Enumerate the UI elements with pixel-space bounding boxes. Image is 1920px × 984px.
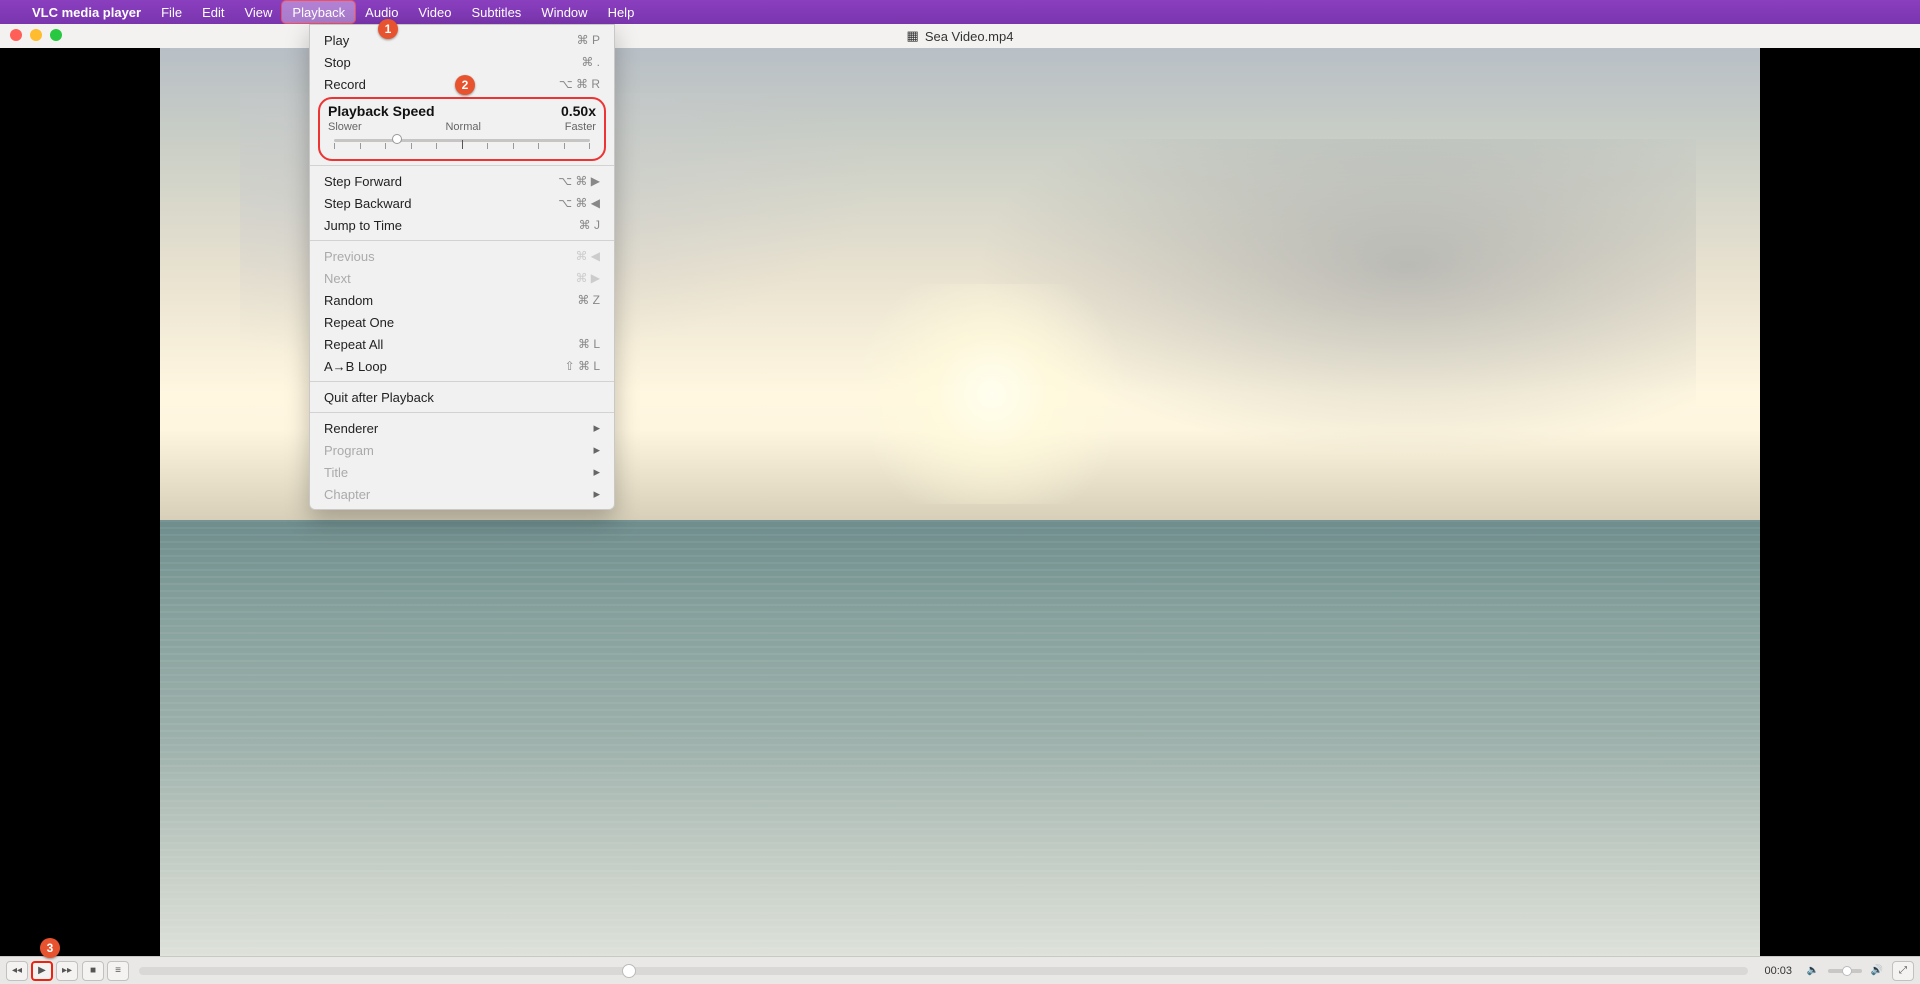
- play-button[interactable]: ▶: [31, 961, 53, 981]
- playback-speed-label: Playback Speed: [328, 103, 435, 119]
- menu-item-label: Next: [324, 271, 351, 286]
- menu-item-shortcut: ⌥ ⌘ ▶: [558, 174, 600, 188]
- app-name[interactable]: VLC media player: [22, 5, 151, 20]
- volume-high-icon[interactable]: 🔊: [1866, 961, 1888, 981]
- submenu-arrow-icon: ▸: [593, 486, 600, 502]
- speed-faster-label: Faster: [565, 121, 596, 133]
- transport-group: ◂◂ ▶ ▸▸: [6, 961, 78, 981]
- menu-item-label: Chapter: [324, 487, 370, 502]
- menu-window[interactable]: Window: [531, 1, 597, 23]
- menu-view[interactable]: View: [234, 1, 282, 23]
- speed-slower-label: Slower: [328, 121, 362, 133]
- menu-separator: [310, 240, 614, 241]
- menu-item-step-backward[interactable]: Step Backward ⌥ ⌘ ◀: [310, 192, 614, 214]
- window-title: Sea Video.mp4: [925, 29, 1014, 44]
- annotation-badge-1: 1: [378, 19, 398, 39]
- menu-item-shortcut: ⌥ ⌘ ◀: [558, 196, 600, 210]
- menu-item-shortcut: ⌘ .: [581, 55, 600, 69]
- menu-item-label: Quit after Playback: [324, 390, 434, 405]
- menu-item-shortcut: ⌥ ⌘ R: [559, 77, 600, 91]
- menu-item-label: A→B Loop: [324, 359, 387, 374]
- playback-speed-section: Playback Speed 0.50x Slower Normal Faste…: [318, 97, 606, 161]
- menu-item-title: Title ▸: [310, 461, 614, 483]
- submenu-arrow-icon: ▸: [593, 442, 600, 458]
- menu-item-chapter: Chapter ▸: [310, 483, 614, 505]
- annotation-badge-3: 3: [40, 938, 60, 958]
- menu-item-program: Program ▸: [310, 439, 614, 461]
- menu-item-label: Record: [324, 77, 366, 92]
- playback-speed-value: 0.50x: [561, 103, 596, 119]
- menu-item-label: Repeat All: [324, 337, 383, 352]
- menu-item-label: Title: [324, 465, 348, 480]
- menu-item-label: Jump to Time: [324, 218, 402, 233]
- menu-item-ab-loop[interactable]: A→B Loop ⇧ ⌘ L: [310, 355, 614, 377]
- menu-item-shortcut: ⌘ Z: [577, 293, 600, 307]
- sea-decoration: [160, 520, 1760, 956]
- menu-item-repeat-one[interactable]: Repeat One: [310, 311, 614, 333]
- menu-playback[interactable]: Playback: [282, 1, 355, 23]
- menu-item-shortcut: ⌘ P: [577, 33, 600, 47]
- menu-item-label: Step Forward: [324, 174, 402, 189]
- submenu-arrow-icon: ▸: [593, 464, 600, 480]
- menu-item-label: Program: [324, 443, 374, 458]
- menu-video[interactable]: Video: [408, 1, 461, 23]
- seek-slider[interactable]: [139, 967, 1748, 975]
- volume-knob[interactable]: [1842, 966, 1852, 976]
- menu-item-label: Renderer: [324, 421, 378, 436]
- volume-slider[interactable]: [1828, 969, 1862, 973]
- menu-item-quit-after-playback[interactable]: Quit after Playback: [310, 386, 614, 408]
- menu-item-label: Random: [324, 293, 373, 308]
- traffic-lights: [10, 29, 62, 41]
- menu-separator: [310, 381, 614, 382]
- menu-item-label: Repeat One: [324, 315, 394, 330]
- prev-button[interactable]: ◂◂: [6, 961, 28, 981]
- time-elapsed: 00:03: [1758, 965, 1798, 977]
- menu-item-label: Step Backward: [324, 196, 411, 211]
- document-icon: ▦: [907, 28, 919, 44]
- menu-item-shortcut: ⌘ ▶: [575, 271, 600, 285]
- menu-item-shortcut: ⌘ L: [578, 337, 600, 351]
- window-zoom-button[interactable]: [50, 29, 62, 41]
- menu-subtitles[interactable]: Subtitles: [461, 1, 531, 23]
- menu-item-label: Stop: [324, 55, 351, 70]
- fullscreen-button[interactable]: ⤢: [1892, 961, 1914, 981]
- window-close-button[interactable]: [10, 29, 22, 41]
- sun-decoration: [832, 284, 1152, 504]
- menu-separator: [310, 412, 614, 413]
- menu-separator: [310, 165, 614, 166]
- macos-menubar: VLC media player File Edit View Playback…: [0, 0, 1920, 24]
- menu-item-previous: Previous ⌘ ◀: [310, 245, 614, 267]
- seek-knob[interactable]: [622, 964, 636, 978]
- window-titlebar: ▦ Sea Video.mp4: [0, 24, 1920, 48]
- submenu-arrow-icon: ▸: [593, 420, 600, 436]
- playback-dropdown: Play ⌘ P Stop ⌘ . Record ⌥ ⌘ R Playback …: [309, 24, 615, 510]
- speed-normal-label: Normal: [445, 121, 480, 133]
- playlist-button[interactable]: ≡: [107, 961, 129, 981]
- volume-low-icon[interactable]: 🔈: [1802, 961, 1824, 981]
- menu-item-shortcut: ⌘ J: [579, 218, 600, 232]
- menu-item-shortcut: ⇧ ⌘ L: [565, 359, 600, 373]
- menu-item-shortcut: ⌘ ◀: [575, 249, 600, 263]
- menu-item-stop[interactable]: Stop ⌘ .: [310, 51, 614, 73]
- menu-edit[interactable]: Edit: [192, 1, 234, 23]
- playback-speed-slider[interactable]: [328, 135, 596, 149]
- video-area[interactable]: [0, 48, 1920, 956]
- next-button[interactable]: ▸▸: [56, 961, 78, 981]
- menu-item-step-forward[interactable]: Step Forward ⌥ ⌘ ▶: [310, 170, 614, 192]
- stop-button[interactable]: ■: [82, 961, 104, 981]
- annotation-badge-2: 2: [455, 75, 475, 95]
- stop-group: ■ ≡: [82, 961, 129, 981]
- menu-help[interactable]: Help: [598, 1, 645, 23]
- menu-item-repeat-all[interactable]: Repeat All ⌘ L: [310, 333, 614, 355]
- menu-item-next: Next ⌘ ▶: [310, 267, 614, 289]
- window-minimize-button[interactable]: [30, 29, 42, 41]
- menu-item-jump-to-time[interactable]: Jump to Time ⌘ J: [310, 214, 614, 236]
- menu-item-label: Previous: [324, 249, 375, 264]
- menu-item-random[interactable]: Random ⌘ Z: [310, 289, 614, 311]
- menu-item-renderer[interactable]: Renderer ▸: [310, 417, 614, 439]
- menu-item-play[interactable]: Play ⌘ P: [310, 29, 614, 51]
- menu-item-label: Play: [324, 33, 349, 48]
- menu-file[interactable]: File: [151, 1, 192, 23]
- player-toolbar: ◂◂ ▶ ▸▸ ■ ≡ 00:03 🔈 🔊 ⤢: [0, 956, 1920, 984]
